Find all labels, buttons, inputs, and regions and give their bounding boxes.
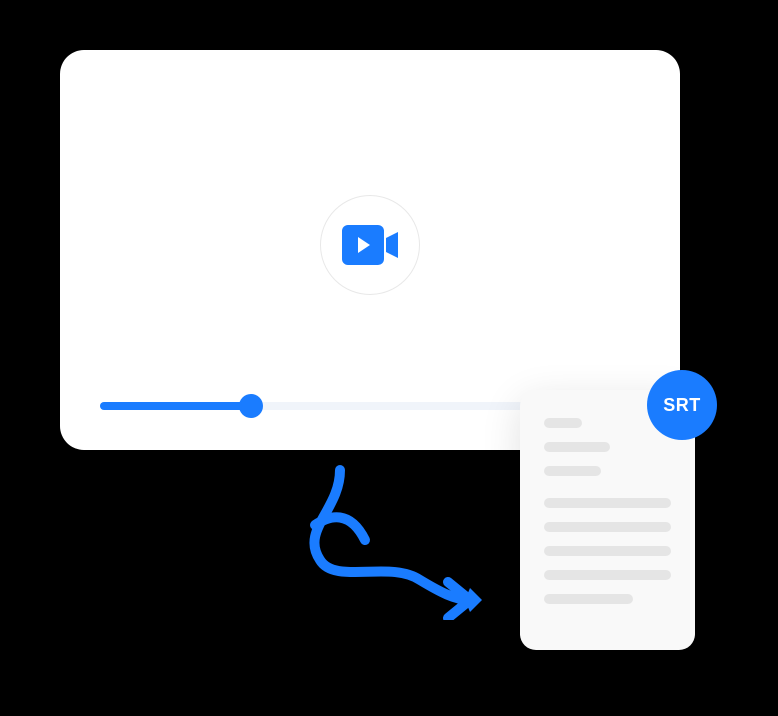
doc-text-line <box>544 570 671 580</box>
srt-badge-label: SRT <box>663 395 701 416</box>
doc-text-line <box>544 546 671 556</box>
doc-text-line <box>544 498 671 508</box>
progress-thumb[interactable] <box>239 394 263 418</box>
play-button[interactable] <box>320 195 420 295</box>
doc-text-line <box>544 442 610 452</box>
doc-text-line <box>544 594 633 604</box>
progress-fill <box>100 402 251 410</box>
subtitle-document: SRT <box>520 390 695 650</box>
doc-text-line <box>544 522 671 532</box>
doc-text-line <box>544 466 601 476</box>
conversion-arrow-icon <box>270 460 500 620</box>
video-camera-play-icon <box>342 225 398 265</box>
doc-text-line <box>544 418 582 428</box>
srt-badge: SRT <box>647 370 717 440</box>
